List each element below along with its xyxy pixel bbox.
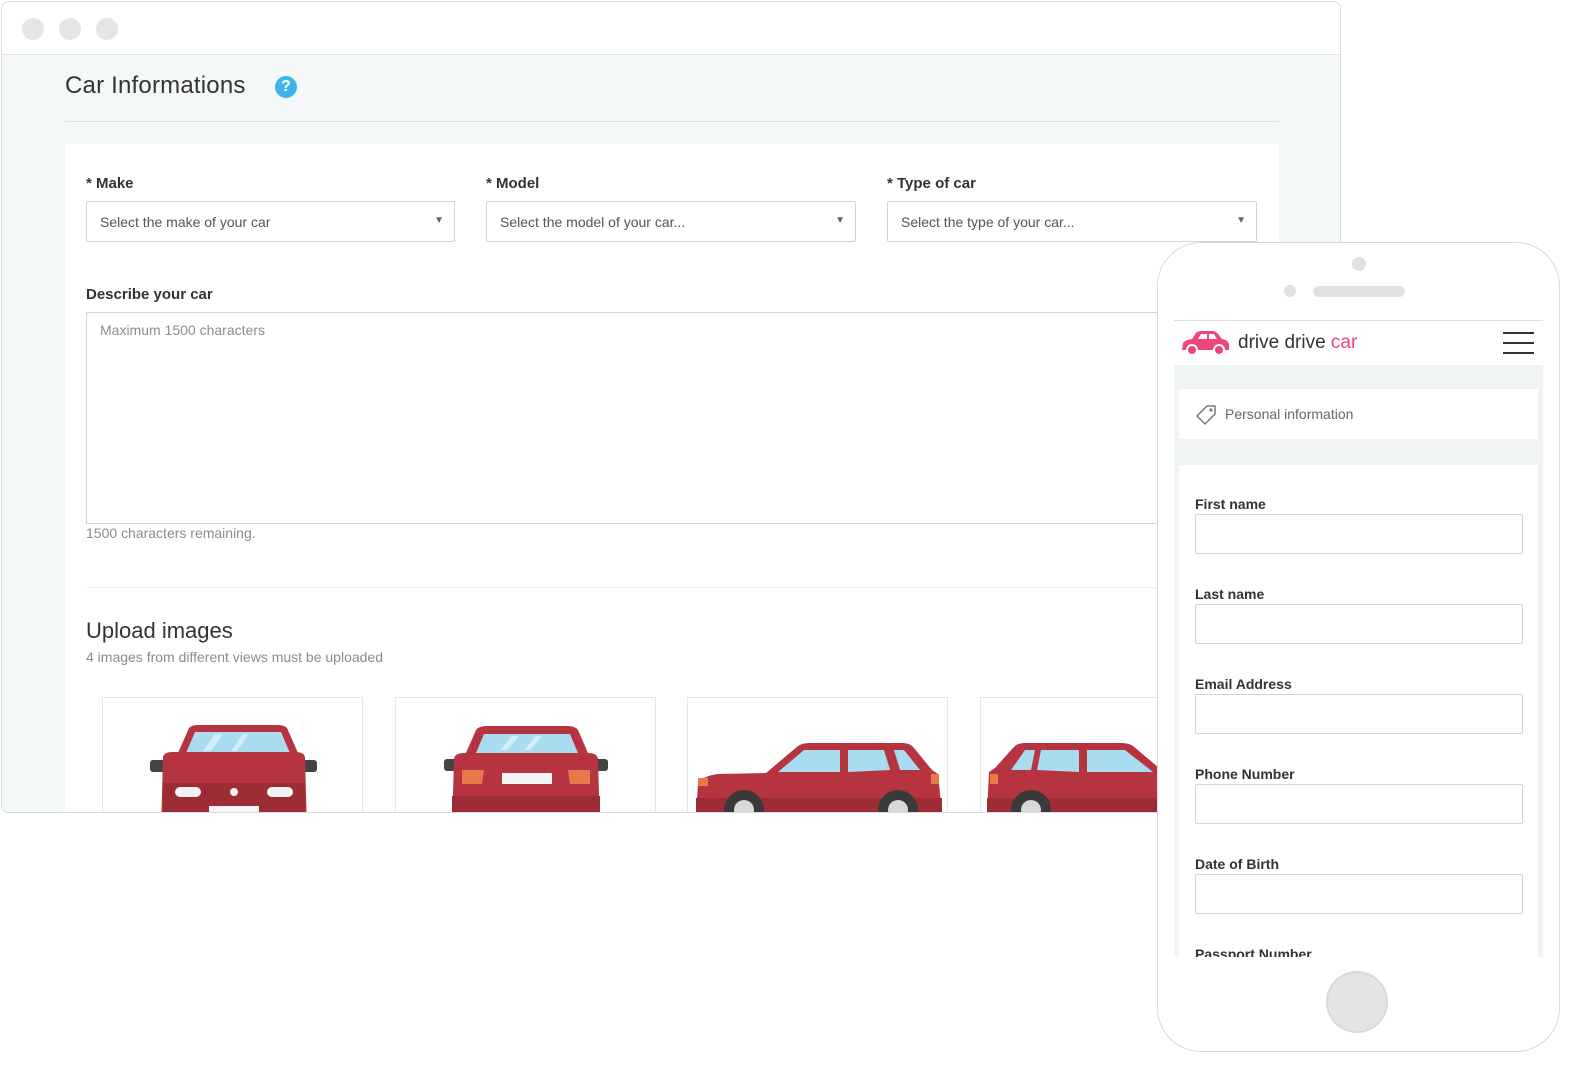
type-select[interactable]: Select the type of your car... ▼ bbox=[887, 201, 1257, 242]
desktop-browser-window: Car Informations ? * Make Select the mak… bbox=[1, 1, 1341, 813]
phone-number-field[interactable] bbox=[1195, 784, 1523, 824]
brand-name: drive drive car bbox=[1238, 332, 1357, 354]
model-select-value: Select the model of your car... bbox=[500, 214, 686, 230]
email-label: Email Address bbox=[1195, 676, 1292, 692]
characters-remaining: 1500 characters remaining. bbox=[86, 525, 256, 541]
window-minimize-button[interactable] bbox=[59, 18, 81, 40]
description-placeholder: Maximum 1500 characters bbox=[100, 322, 265, 338]
passport-number-label: Passport Number bbox=[1195, 946, 1312, 957]
car-front-image[interactable] bbox=[102, 697, 363, 812]
car-info-form: * Make Select the make of your car ▼ * M… bbox=[65, 144, 1279, 812]
brand-name-primary: drive drive bbox=[1238, 332, 1331, 353]
first-name-field[interactable] bbox=[1195, 514, 1523, 554]
description-label: Describe your car bbox=[86, 286, 213, 303]
phone-home-button[interactable] bbox=[1326, 971, 1388, 1033]
make-select[interactable]: Select the make of your car ▼ bbox=[86, 201, 455, 242]
make-label: * Make bbox=[86, 175, 134, 192]
last-name-label: Last name bbox=[1195, 586, 1265, 602]
phone-speaker bbox=[1313, 286, 1405, 297]
help-circle-icon[interactable]: ? bbox=[275, 76, 297, 98]
description-textarea[interactable]: Maximum 1500 characters bbox=[86, 312, 1186, 524]
app-header: drive drive car bbox=[1174, 321, 1543, 365]
make-select-value: Select the make of your car bbox=[100, 214, 271, 230]
model-select[interactable]: Select the model of your car... ▼ bbox=[486, 201, 856, 242]
date-of-birth-label: Date of Birth bbox=[1195, 856, 1279, 872]
first-name-label: First name bbox=[1195, 496, 1266, 512]
last-name-field[interactable] bbox=[1195, 604, 1523, 644]
phone-sensor bbox=[1284, 285, 1296, 297]
personal-information-label: Personal information bbox=[1225, 406, 1354, 422]
model-label: * Model bbox=[486, 175, 540, 192]
hamburger-menu-icon[interactable] bbox=[1503, 332, 1534, 354]
title-divider bbox=[65, 121, 1279, 122]
car-rear-image[interactable] bbox=[395, 697, 656, 812]
type-label: * Type of car bbox=[887, 175, 976, 192]
tag-icon bbox=[1196, 405, 1216, 425]
chevron-down-icon: ▼ bbox=[434, 215, 444, 226]
upload-section-title: Upload images bbox=[86, 618, 233, 643]
car-left-side-image[interactable] bbox=[687, 697, 948, 812]
chevron-down-icon: ▼ bbox=[1236, 215, 1246, 226]
personal-info-form: First name Last name Email Address Phone… bbox=[1179, 465, 1538, 957]
phone-number-label: Phone Number bbox=[1195, 766, 1295, 782]
phone-camera bbox=[1352, 257, 1366, 271]
window-close-button[interactable] bbox=[22, 18, 44, 40]
mobile-phone: drive drive car Personal information Fir… bbox=[1157, 242, 1560, 1052]
car-logo-icon bbox=[1182, 331, 1229, 356]
window-maximize-button[interactable] bbox=[96, 18, 118, 40]
chevron-down-icon: ▼ bbox=[835, 215, 845, 226]
email-field[interactable] bbox=[1195, 694, 1523, 734]
phone-screen: drive drive car Personal information Fir… bbox=[1174, 320, 1543, 957]
personal-information-tab[interactable]: Personal information bbox=[1179, 389, 1538, 439]
browser-titlebar bbox=[2, 2, 1340, 55]
upload-instructions: 4 images from different views must be up… bbox=[86, 649, 384, 665]
page-title: Car Informations bbox=[65, 72, 246, 99]
date-of-birth-field[interactable] bbox=[1195, 874, 1523, 914]
brand-name-accent: car bbox=[1330, 332, 1358, 353]
type-select-value: Select the type of your car... bbox=[901, 214, 1075, 230]
section-divider bbox=[86, 587, 1186, 588]
